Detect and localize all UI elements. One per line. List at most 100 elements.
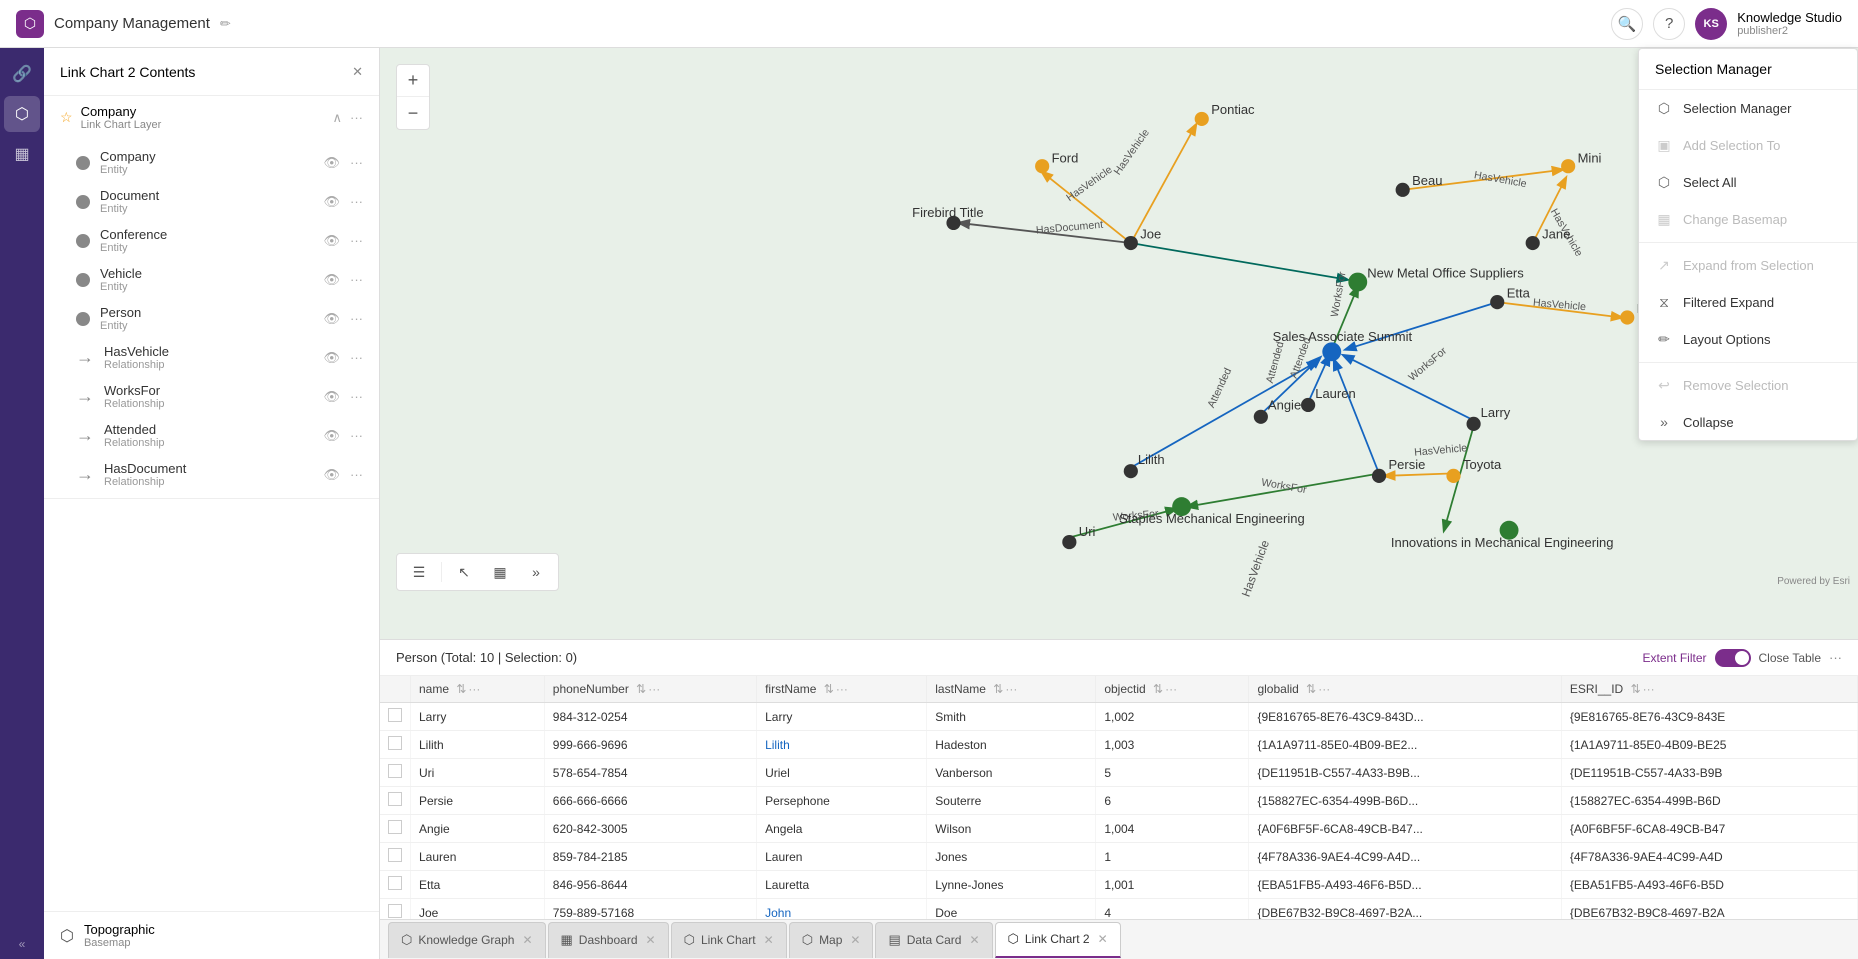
row-checkbox-cell[interactable]: [380, 787, 411, 815]
dropdown-item-filtered-expand[interactable]: ⧖ Filtered Expand: [1639, 284, 1857, 321]
row-checkbox[interactable]: [388, 904, 402, 918]
layer-item[interactable]: → HasVehicle Relationship 👁 ···: [44, 338, 379, 377]
layer-item[interactable]: Person Entity 👁 ···: [44, 299, 379, 338]
row-checkbox[interactable]: [388, 820, 402, 834]
layer-item[interactable]: → Attended Relationship 👁 ···: [44, 416, 379, 455]
item-more-icon[interactable]: ···: [350, 194, 363, 209]
visibility-icon[interactable]: 👁: [323, 389, 340, 405]
col-esriid-header[interactable]: ESRI__ID ⇅···: [1561, 676, 1857, 703]
table-row[interactable]: Lilith 999-666-9696 Lilith Hadeston 1,00…: [380, 731, 1858, 759]
visibility-icon[interactable]: 👁: [323, 428, 340, 444]
dropdown-item-collapse[interactable]: » Collapse: [1639, 404, 1857, 440]
table-row[interactable]: Uri 578-654-7854 Uriel Vanberson 5 {DE11…: [380, 759, 1858, 787]
table-row[interactable]: Lauren 859-784-2185 Lauren Jones 1 {4F78…: [380, 843, 1858, 871]
row-checkbox-cell[interactable]: [380, 731, 411, 759]
row-checkbox-cell[interactable]: [380, 871, 411, 899]
tab-link-chart-2[interactable]: ⬡ Link Chart 2 ✕: [995, 922, 1121, 958]
table-row[interactable]: Etta 846-956-8644 Lauretta Lynne-Jones 1…: [380, 871, 1858, 899]
edit-icon[interactable]: ✏: [220, 16, 231, 32]
row-checkbox[interactable]: [388, 708, 402, 722]
nav-expand-icon[interactable]: «: [19, 937, 26, 951]
layer-item[interactable]: → HasDocument Relationship 👁 ···: [44, 455, 379, 494]
item-more-icon[interactable]: ···: [350, 272, 363, 287]
visibility-icon[interactable]: 👁: [323, 467, 340, 483]
row-checkbox[interactable]: [388, 876, 402, 890]
tab-map[interactable]: ⬡ Map ✕: [789, 922, 874, 958]
search-button[interactable]: 🔍: [1611, 8, 1643, 40]
visibility-icon[interactable]: 👁: [323, 155, 340, 171]
tab-data-card[interactable]: ▤ Data Card ✕: [875, 922, 992, 958]
item-more-icon[interactable]: ···: [350, 428, 363, 443]
item-more-icon[interactable]: ···: [350, 155, 363, 170]
col-globalid-header[interactable]: globalid ⇅···: [1249, 676, 1561, 703]
tab-map-close[interactable]: ✕: [850, 933, 860, 947]
tab-dash-close[interactable]: ✕: [646, 933, 656, 947]
zoom-out-button[interactable]: −: [397, 97, 429, 129]
row-checkbox-cell[interactable]: [380, 899, 411, 920]
row-checkbox[interactable]: [388, 764, 402, 778]
dropdown-item-layout-options[interactable]: ✏ Layout Options: [1639, 321, 1857, 358]
tab-knowledge-graph[interactable]: ⬡ Knowledge Graph ✕: [388, 922, 546, 958]
row-checkbox[interactable]: [388, 848, 402, 862]
zoom-in-button[interactable]: +: [397, 65, 429, 97]
table-row[interactable]: Joe 759-889-57168 John Doe 4 {DBE67B32-B…: [380, 899, 1858, 920]
visibility-icon[interactable]: 👁: [323, 311, 340, 327]
select-tool-button[interactable]: ↖: [450, 558, 478, 586]
tab-kg-close[interactable]: ✕: [522, 933, 532, 947]
item-more-icon[interactable]: ···: [350, 233, 363, 248]
layer-item[interactable]: Company Entity 👁 ···: [44, 143, 379, 182]
help-button[interactable]: ?: [1653, 8, 1685, 40]
close-table-button[interactable]: Close Table: [1759, 651, 1821, 665]
row-checkbox-cell[interactable]: [380, 759, 411, 787]
data-table[interactable]: name ⇅··· phoneNumber ⇅··· firstName ⇅··…: [380, 676, 1858, 919]
tab-lc-close[interactable]: ✕: [764, 933, 774, 947]
graph-area[interactable]: + −: [380, 48, 1858, 639]
item-more-icon[interactable]: ···: [350, 311, 363, 326]
col-phone-header[interactable]: phoneNumber ⇅···: [544, 676, 756, 703]
visibility-icon[interactable]: 👁: [323, 350, 340, 366]
layer-group-header[interactable]: ☆ Company Link Chart Layer ∧ ···: [44, 96, 379, 139]
dropdown-item-expand-selection[interactable]: ↗ Expand from Selection: [1639, 247, 1857, 284]
col-objectid-header[interactable]: objectid ⇅···: [1096, 676, 1249, 703]
layer-item[interactable]: Vehicle Entity 👁 ···: [44, 260, 379, 299]
layer-item[interactable]: → WorksFor Relationship 👁 ···: [44, 377, 379, 416]
item-more-icon[interactable]: ···: [350, 467, 363, 482]
item-more-icon[interactable]: ···: [350, 389, 363, 404]
col-firstname-header[interactable]: firstName ⇅···: [757, 676, 927, 703]
dropdown-item-change-basemap[interactable]: ▦ Change Basemap: [1639, 201, 1857, 238]
col-name-header[interactable]: name ⇅···: [411, 676, 545, 703]
row-checkbox-cell[interactable]: [380, 703, 411, 731]
sidebar-close-button[interactable]: ✕: [352, 64, 363, 80]
visibility-icon[interactable]: 👁: [323, 272, 340, 288]
extent-filter-toggle[interactable]: [1715, 649, 1751, 667]
visibility-icon[interactable]: 👁: [323, 233, 340, 249]
row-checkbox-cell[interactable]: [380, 843, 411, 871]
table-more-icon[interactable]: ···: [1829, 650, 1842, 665]
expand-button[interactable]: »: [522, 558, 550, 586]
visibility-icon[interactable]: 👁: [323, 194, 340, 210]
row-checkbox-cell[interactable]: [380, 815, 411, 843]
dropdown-item-add-selection[interactable]: ▣ Add Selection To: [1639, 127, 1857, 164]
nav-icon-search[interactable]: 🔗: [4, 56, 40, 92]
dropdown-item-selection-manager[interactable]: ⬡ Selection Manager: [1639, 90, 1857, 127]
table-row[interactable]: Persie 666-666-6666 Persephone Souterre …: [380, 787, 1858, 815]
graph-canvas[interactable]: HasVehicle HasVehicle HasDocument HasVeh…: [380, 48, 1858, 639]
dropdown-item-select-all[interactable]: ⬡ Select All: [1639, 164, 1857, 201]
nav-icon-layers[interactable]: ⬡: [4, 96, 40, 132]
nav-icon-grid[interactable]: ▦: [4, 136, 40, 172]
list-view-button[interactable]: ☰: [405, 558, 433, 586]
item-more-icon[interactable]: ···: [350, 350, 363, 365]
row-checkbox[interactable]: [388, 792, 402, 806]
layer-item[interactable]: Conference Entity 👁 ···: [44, 221, 379, 260]
dropdown-item-remove-selection[interactable]: ↩ Remove Selection: [1639, 367, 1857, 404]
table-row[interactable]: Angie 620-842-3005 Angela Wilson 1,004 {…: [380, 815, 1858, 843]
layer-group-more-icon[interactable]: ···: [350, 110, 363, 125]
tab-link-chart[interactable]: ⬡ Link Chart ✕: [671, 922, 787, 958]
table-tool-button[interactable]: ▦: [486, 558, 514, 586]
col-lastname-header[interactable]: lastName ⇅···: [927, 676, 1096, 703]
row-checkbox[interactable]: [388, 736, 402, 750]
layer-item[interactable]: Document Entity 👁 ···: [44, 182, 379, 221]
tab-lc2-close[interactable]: ✕: [1098, 932, 1108, 946]
table-row[interactable]: Larry 984-312-0254 Larry Smith 1,002 {9E…: [380, 703, 1858, 731]
tab-dc-close[interactable]: ✕: [969, 933, 979, 947]
